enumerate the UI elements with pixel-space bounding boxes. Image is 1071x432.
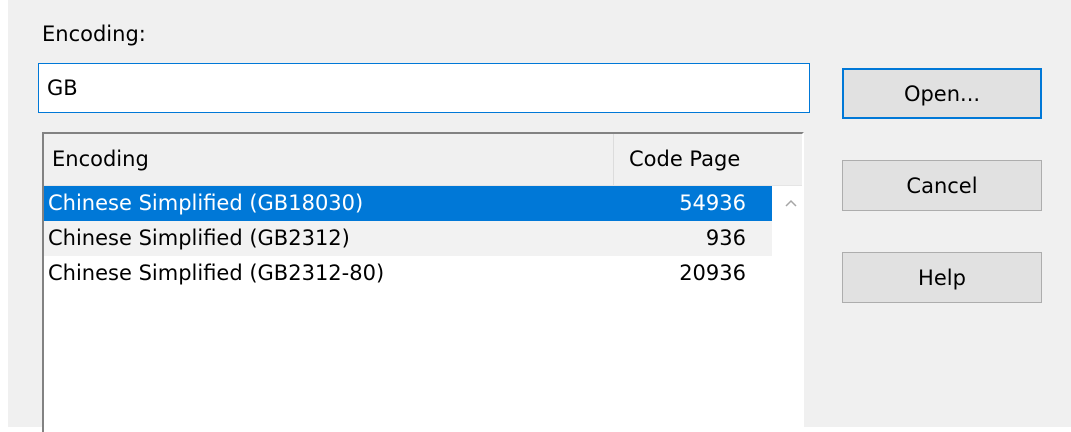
list-header: Encoding Code Page xyxy=(44,134,802,186)
encoding-search-input[interactable] xyxy=(38,63,810,113)
list-item[interactable]: Chinese Simplified (GB2312) 936 xyxy=(44,221,772,256)
list-item[interactable]: Chinese Simplified (GB18030) 54936 xyxy=(44,186,772,221)
chevron-up-icon[interactable] xyxy=(780,192,802,214)
code-page-value: 54936 xyxy=(679,191,746,215)
open-button[interactable]: Open... xyxy=(842,68,1042,119)
encoding-name: Chinese Simplified (GB18030) xyxy=(48,191,364,215)
cancel-button[interactable]: Cancel xyxy=(842,160,1042,211)
encoding-label: Encoding: xyxy=(42,22,146,46)
encoding-list[interactable]: Encoding Code Page Chinese Simplified (G… xyxy=(42,132,804,432)
encoding-name: Chinese Simplified (GB2312) xyxy=(48,226,350,250)
column-header-code-page[interactable]: Code Page xyxy=(615,134,802,185)
encoding-dialog: Encoding: Encoding Code Page Chinese Sim… xyxy=(8,0,1071,432)
code-page-value: 20936 xyxy=(679,261,746,285)
column-header-encoding[interactable]: Encoding xyxy=(44,134,614,185)
list-item[interactable]: Chinese Simplified (GB2312-80) 20936 xyxy=(44,256,772,291)
code-page-value: 936 xyxy=(705,226,746,250)
help-button[interactable]: Help xyxy=(842,252,1042,303)
encoding-name: Chinese Simplified (GB2312-80) xyxy=(48,261,385,285)
